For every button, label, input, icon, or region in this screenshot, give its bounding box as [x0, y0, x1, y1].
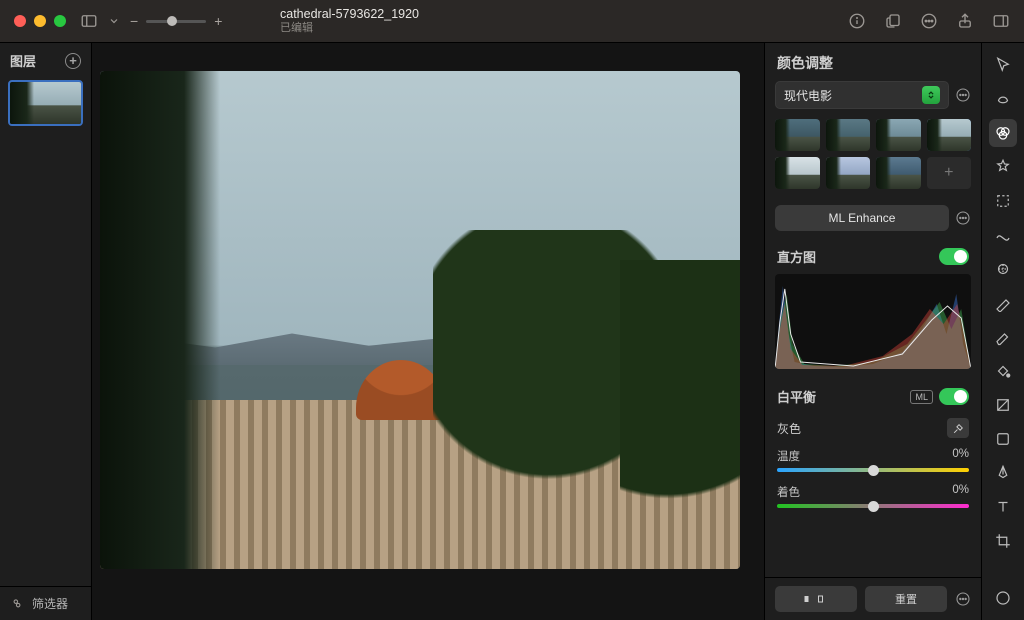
preset-swatch[interactable]: [927, 119, 972, 151]
repair-tool-icon[interactable]: [989, 255, 1017, 283]
color-picker-icon[interactable]: [989, 584, 1017, 612]
zoom-control[interactable]: − +: [130, 13, 222, 29]
preset-swatch[interactable]: [775, 157, 820, 189]
inspector-toggle-icon[interactable]: [992, 12, 1010, 30]
add-layer-button[interactable]: +: [65, 53, 81, 69]
tool-strip: [982, 43, 1024, 620]
tint-value: 0%: [952, 484, 969, 500]
style-tool-icon[interactable]: [989, 85, 1017, 113]
filter-label[interactable]: 筛选器: [32, 595, 68, 612]
color-adjust-tool-icon[interactable]: [989, 119, 1017, 147]
reset-button[interactable]: 重置: [865, 586, 947, 612]
sidebar-toggle-icon[interactable]: [80, 12, 98, 30]
crop-tool-icon[interactable]: [989, 527, 1017, 555]
filter-icon[interactable]: [10, 597, 24, 611]
inspector-more-icon[interactable]: [955, 591, 971, 607]
preset-sync-icon[interactable]: [922, 86, 940, 104]
document-status: 已编辑: [280, 22, 419, 35]
wb-ml-chip[interactable]: ML: [910, 390, 933, 404]
paint-tool-icon[interactable]: [989, 289, 1017, 317]
share-icon[interactable]: [956, 12, 974, 30]
histogram-display: [775, 274, 971, 369]
warp-tool-icon[interactable]: [989, 221, 1017, 249]
shape-tool-icon[interactable]: [989, 425, 1017, 453]
tint-slider[interactable]: [777, 504, 969, 508]
wb-toggle[interactable]: [939, 388, 969, 405]
preset-swatch[interactable]: [826, 119, 871, 151]
preset-swatch[interactable]: [775, 119, 820, 151]
preset-swatch[interactable]: [826, 157, 871, 189]
fill-tool-icon[interactable]: [989, 357, 1017, 385]
inspector-panel: 颜色调整 现代电影 + ML Enhance 直方图: [764, 43, 982, 620]
preset-label: 现代电影: [784, 87, 832, 104]
layers-panel: 图层 + 筛选器: [0, 43, 92, 620]
compare-button[interactable]: [775, 586, 857, 612]
info-icon[interactable]: [848, 12, 866, 30]
pen-tool-icon[interactable]: [989, 459, 1017, 487]
eyedropper-button[interactable]: [947, 418, 969, 438]
more-options-icon[interactable]: [920, 12, 938, 30]
preset-swatches: +: [765, 119, 981, 201]
fullscreen-window[interactable]: [54, 15, 66, 27]
type-tool-icon[interactable]: [989, 493, 1017, 521]
preset-selector[interactable]: 现代电影: [775, 81, 949, 109]
document-name: cathedral-5793622_1920: [280, 7, 419, 21]
preset-swatch[interactable]: [876, 157, 921, 189]
layer-thumbnail[interactable]: [8, 80, 83, 126]
gray-label: 灰色: [777, 420, 801, 437]
histogram-toggle[interactable]: [939, 248, 969, 265]
wb-label: 白平衡: [777, 387, 816, 406]
add-preset-button[interactable]: +: [927, 157, 972, 189]
inspector-title: 颜色调整: [765, 43, 981, 81]
document-title: cathedral-5793622_1920 已编辑: [280, 7, 419, 34]
ml-enhance-button[interactable]: ML Enhance: [775, 205, 949, 231]
erase-tool-icon[interactable]: [989, 323, 1017, 351]
temperature-slider[interactable]: [777, 468, 969, 472]
zoom-out-icon[interactable]: −: [130, 13, 138, 29]
preset-more-icon[interactable]: [955, 87, 971, 103]
image-preview: [100, 71, 740, 569]
histogram-label: 直方图: [777, 247, 816, 266]
gradient-tool-icon[interactable]: [989, 391, 1017, 419]
zoom-in-icon[interactable]: +: [214, 13, 222, 29]
marquee-tool-icon[interactable]: [989, 187, 1017, 215]
layers-header: 图层: [10, 51, 36, 70]
minimize-window[interactable]: [34, 15, 46, 27]
preset-swatch[interactable]: [876, 119, 921, 151]
chevron-down-icon[interactable]: [108, 12, 120, 30]
effects-tool-icon[interactable]: [989, 153, 1017, 181]
duplicate-icon[interactable]: [884, 12, 902, 30]
arrow-tool-icon[interactable]: [989, 51, 1017, 79]
ml-more-icon[interactable]: [955, 210, 971, 226]
canvas-area[interactable]: [92, 43, 764, 620]
close-window[interactable]: [14, 15, 26, 27]
temperature-label: 温度: [777, 448, 800, 464]
zoom-slider[interactable]: [146, 20, 206, 23]
temperature-value: 0%: [952, 448, 969, 464]
title-bar: − + cathedral-5793622_1920 已编辑: [0, 0, 1024, 42]
tint-label: 着色: [777, 484, 800, 500]
window-controls: [14, 15, 66, 27]
